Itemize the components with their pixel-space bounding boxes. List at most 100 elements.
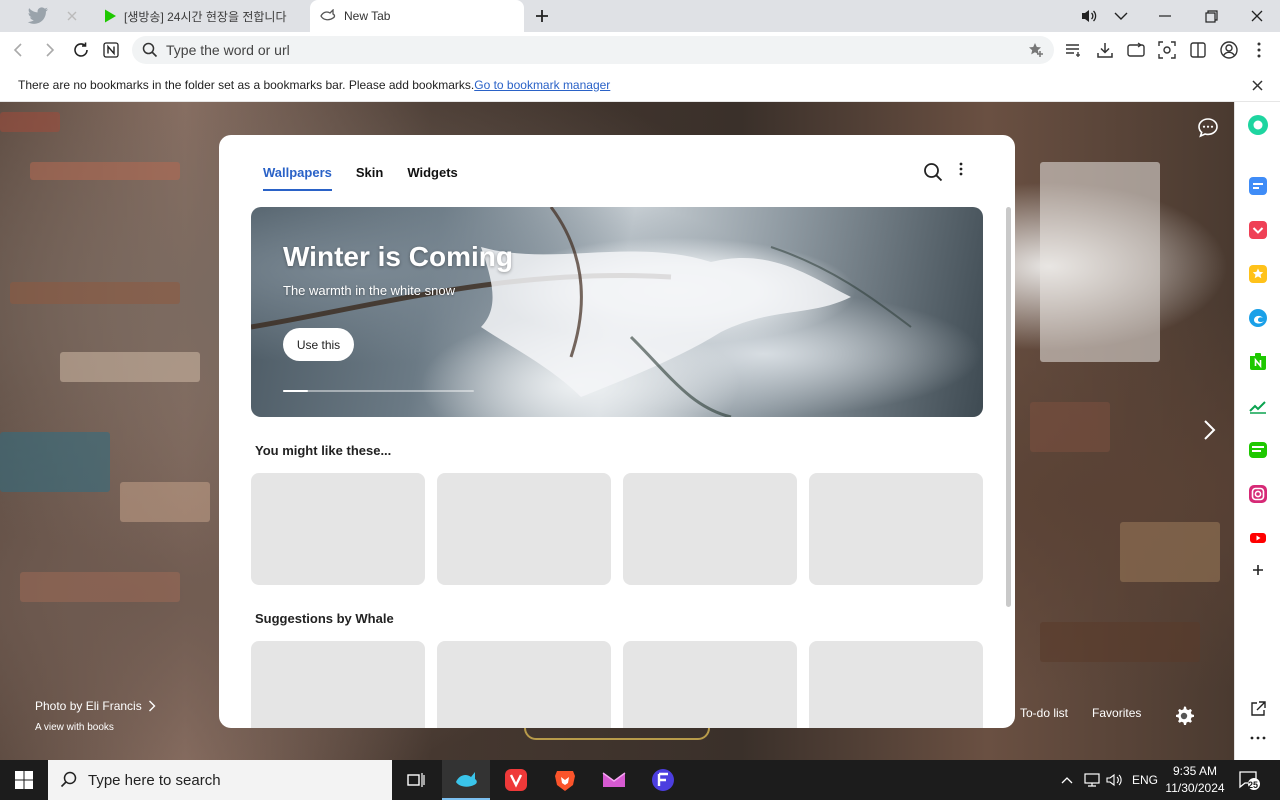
taskbar-app-floorp[interactable] [639, 760, 687, 800]
reading-list-button[interactable] [1061, 37, 1087, 63]
wallpaper-card[interactable] [251, 641, 425, 728]
close-window-button[interactable] [1240, 0, 1274, 32]
restore-icon [1204, 9, 1218, 23]
close-icon [1251, 79, 1263, 91]
bookmark-star-icon[interactable] [1028, 42, 1046, 58]
start-button[interactable] [0, 760, 48, 800]
profile-button[interactable] [1216, 37, 1242, 63]
instagram-icon [1249, 485, 1267, 503]
download-button[interactable] [1092, 37, 1118, 63]
panel-search-button[interactable] [923, 162, 945, 184]
panel-scrollbar[interactable] [1006, 207, 1011, 607]
sidebar-item-stocks[interactable] [1247, 395, 1269, 417]
pinned-tab-close[interactable] [58, 0, 86, 32]
reload-button[interactable] [68, 37, 94, 63]
chat-bubble-icon [1198, 118, 1218, 138]
panel-more-button[interactable] [959, 162, 977, 184]
wallpaper-card[interactable] [437, 473, 611, 585]
omnibox[interactable] [132, 36, 1054, 64]
close-icon [1251, 10, 1263, 22]
feedback-chat-button[interactable] [1196, 116, 1220, 140]
sidebar-item-papago[interactable] [1247, 439, 1269, 461]
taskbar-app-purple[interactable] [590, 760, 638, 800]
sidebar-item-instagram[interactable] [1247, 483, 1269, 505]
tray-overflow-button[interactable] [1058, 760, 1076, 800]
tab-search-button[interactable] [1104, 0, 1138, 32]
next-wallpaper-button[interactable] [1198, 418, 1220, 442]
pine-branch-illustration [251, 207, 912, 417]
search-icon [142, 42, 158, 58]
taskbar-app-brave[interactable] [541, 760, 589, 800]
tab-skin[interactable]: Skin [356, 165, 383, 191]
speaker-icon [1106, 773, 1122, 787]
banner-title: Winter is Coming [283, 241, 513, 272]
bookmark-manager-link[interactable]: Go to bookmark manager [474, 78, 610, 92]
newtab-settings-button[interactable] [1173, 705, 1195, 727]
book-spine [20, 572, 180, 602]
twitter-bird-icon [27, 7, 48, 24]
recommended-cards [251, 473, 983, 585]
sidebar-item-calendar[interactable] [1247, 175, 1269, 197]
windows-logo-icon [15, 771, 33, 789]
photo-description: A view with books [35, 722, 114, 733]
favorites-link[interactable]: Favorites [1092, 706, 1141, 720]
todo-list-link[interactable]: To-do list [1020, 706, 1068, 720]
tab-wallpapers[interactable]: Wallpapers [263, 165, 332, 191]
volume-control[interactable] [1105, 760, 1125, 800]
sidebar-add-button[interactable] [1247, 559, 1269, 581]
taskbar-app-vivaldi[interactable] [492, 760, 540, 800]
wallpaper-card[interactable] [623, 641, 797, 728]
media-control-button[interactable] [1072, 0, 1106, 32]
tab-live-broadcast[interactable]: [생방송] 24시간 현장을 전합니다 [96, 0, 308, 32]
wallpaper-card[interactable] [809, 641, 983, 728]
new-tab-button[interactable] [530, 4, 554, 28]
naver-home-button[interactable] [98, 37, 124, 63]
floorp-icon [652, 769, 674, 791]
task-view-button[interactable] [392, 760, 440, 800]
input-language[interactable]: ENG [1130, 760, 1160, 800]
vivaldi-icon [505, 769, 527, 791]
menu-button[interactable] [1246, 37, 1272, 63]
featured-wallpaper-banner[interactable]: Winter is Coming The warmth in the white… [251, 207, 983, 417]
papago-icon [1249, 442, 1267, 458]
network-status[interactable] [1081, 760, 1103, 800]
wallpaper-card[interactable] [809, 473, 983, 585]
search-icon [924, 163, 943, 182]
photo-credit-link[interactable]: Photo by Eli Francis [35, 699, 156, 713]
tab-title: New Tab [344, 9, 391, 23]
sidebar-item-pocket[interactable] [1247, 219, 1269, 241]
sidebar-item-youtube[interactable] [1247, 527, 1269, 549]
pinned-tab-twitter[interactable] [18, 0, 58, 32]
restore-button[interactable] [1194, 0, 1228, 32]
back-button[interactable] [5, 37, 31, 63]
taskbar-search-box[interactable]: Type here to search [48, 760, 392, 800]
plus-icon [536, 10, 548, 22]
minimize-button[interactable] [1148, 0, 1182, 32]
sidebar-item-naver[interactable] [1247, 351, 1269, 373]
sidebar-more-button[interactable] [1247, 727, 1269, 749]
book-spine [0, 112, 60, 132]
sidebar-open-external-button[interactable] [1247, 698, 1269, 720]
picture-in-picture-icon [1127, 42, 1145, 57]
brave-icon [555, 771, 575, 791]
notification-center-button[interactable]: 25 [1234, 760, 1264, 800]
stock-chart-icon [1249, 401, 1266, 414]
omnibox-input[interactable] [166, 42, 1006, 58]
mail-app-icon [602, 772, 626, 787]
split-view-button[interactable] [1185, 37, 1211, 63]
tab-new-tab[interactable]: New Tab [310, 0, 524, 32]
sidebar-item-translate[interactable] [1247, 307, 1269, 329]
taskbar-clock[interactable]: 9:35 AM 11/30/2024 [1160, 763, 1230, 797]
sidebar-item-green[interactable] [1247, 114, 1269, 136]
use-wallpaper-button[interactable]: Use this [283, 328, 354, 361]
sidebar-item-favorites[interactable] [1247, 263, 1269, 285]
forward-button[interactable] [37, 37, 63, 63]
wallpaper-card[interactable] [251, 473, 425, 585]
tab-widgets[interactable]: Widgets [407, 165, 457, 191]
capture-button[interactable] [1154, 37, 1180, 63]
taskbar-app-whale[interactable] [442, 760, 490, 800]
wallpaper-card[interactable] [437, 641, 611, 728]
wallpaper-card[interactable] [623, 473, 797, 585]
bookmark-bar-close-button[interactable] [1248, 76, 1266, 94]
sidebar-toggle-button[interactable] [1123, 37, 1149, 63]
